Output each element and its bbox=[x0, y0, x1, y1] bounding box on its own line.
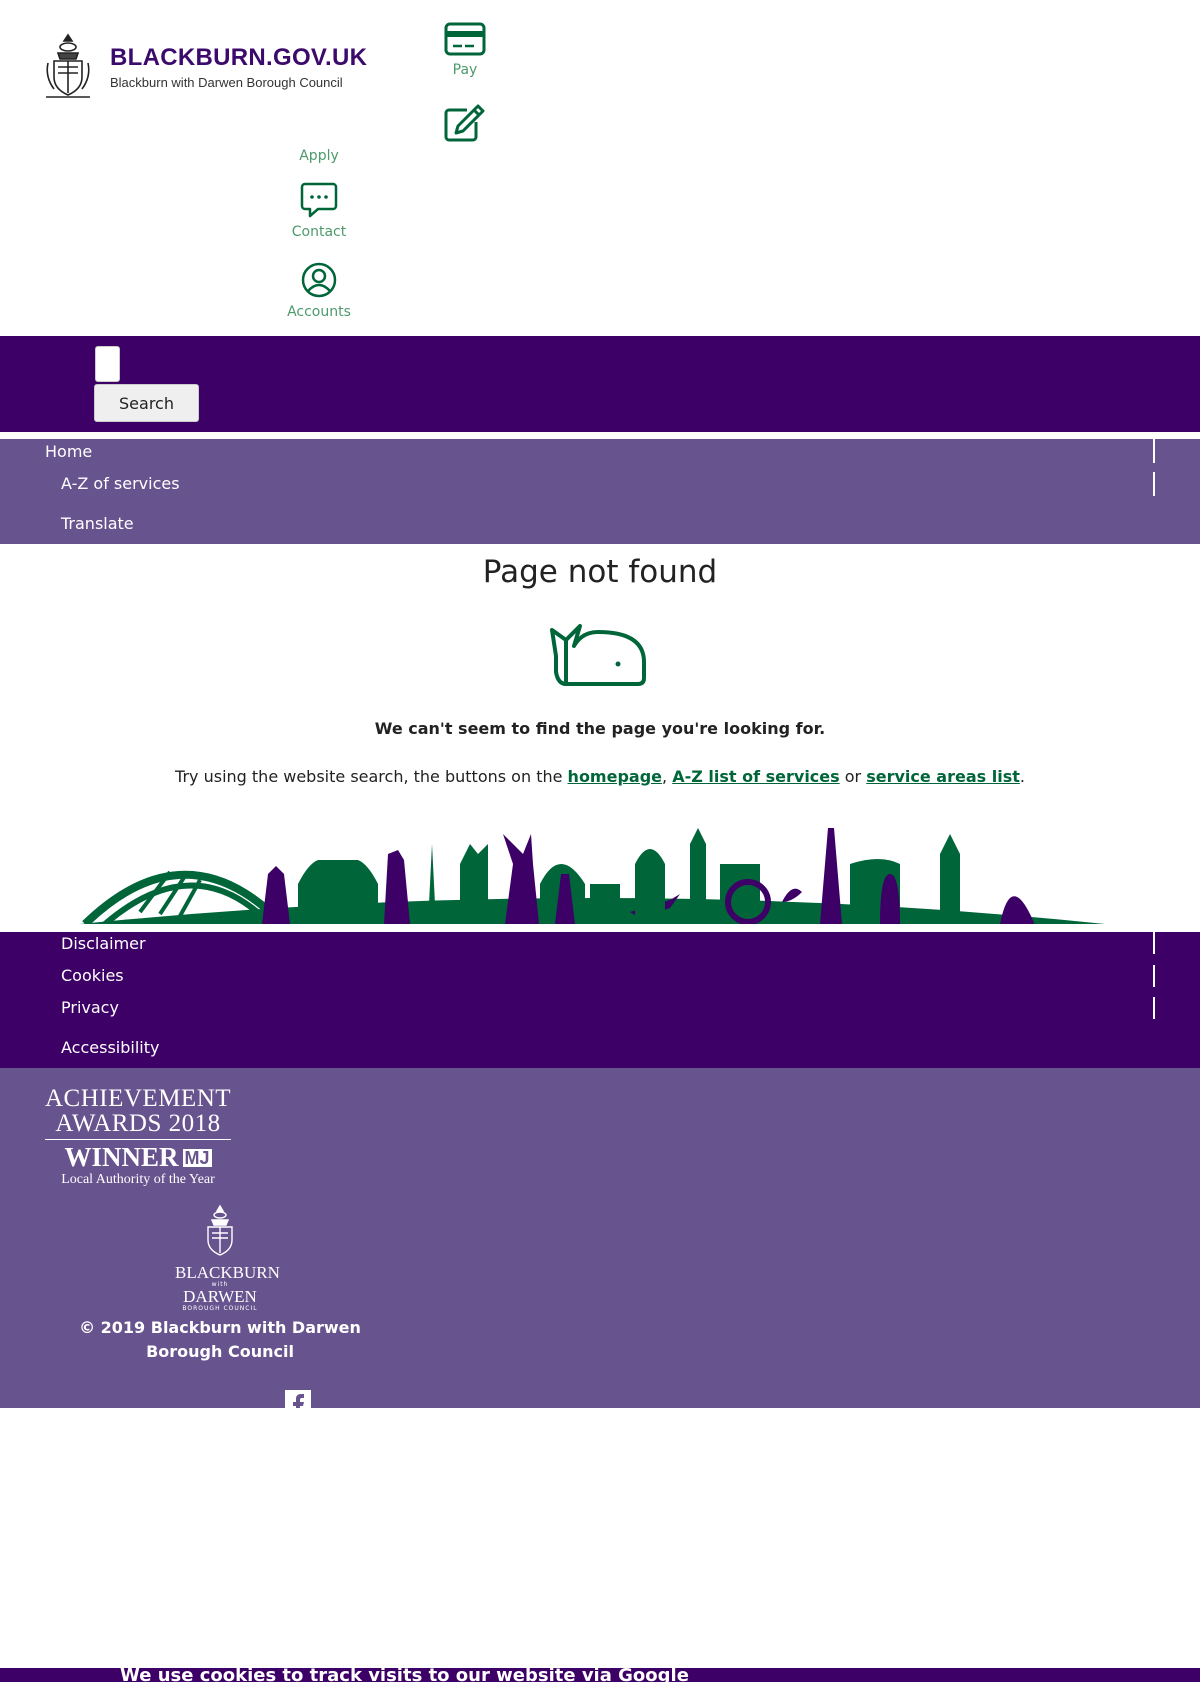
award-winner: WINNER MJ bbox=[45, 1144, 231, 1171]
accounts-label: Accounts bbox=[287, 304, 351, 320]
mj-badge: MJ bbox=[182, 1147, 212, 1168]
award-logo: ACHIEVEMENT AWARDS 2018 WINNER MJ Local … bbox=[45, 1086, 231, 1187]
contact-label: Contact bbox=[291, 224, 347, 240]
service-areas-link[interactable]: service areas list bbox=[866, 767, 1020, 786]
cookie-banner: We use cookies to track visits to our we… bbox=[0, 1668, 1200, 1682]
council-wordmark: BOROUGH COUNCIL bbox=[182, 1305, 258, 1312]
copyright-text: © 2019 Blackburn with Darwen Borough Cou… bbox=[79, 1318, 361, 1361]
user-account-icon bbox=[301, 262, 337, 298]
council-wordmark: DARWEN bbox=[183, 1287, 257, 1306]
site-footer: ACHIEVEMENT AWARDS 2018 WINNER MJ Local … bbox=[0, 1068, 1200, 1408]
footer-disclaimer-link[interactable]: Disclaimer bbox=[61, 934, 146, 953]
town-skyline-illustration bbox=[80, 828, 1105, 924]
speech-bubble-icon bbox=[300, 182, 338, 218]
pay-link[interactable]: Pay bbox=[420, 22, 510, 78]
nav-a-z-services[interactable]: A-Z of services bbox=[61, 474, 180, 493]
facebook-link[interactable] bbox=[285, 1390, 311, 1408]
footer-divider bbox=[1153, 997, 1155, 1019]
page-title: Page not found bbox=[482, 554, 718, 590]
apply-link[interactable]: Apply bbox=[274, 148, 364, 164]
award-winner-text: WINNER bbox=[64, 1142, 179, 1172]
pencil-edit-icon[interactable] bbox=[443, 104, 485, 142]
help-suffix: . bbox=[1019, 767, 1025, 786]
help-separator: , bbox=[662, 767, 673, 786]
site-header: BLACKBURN.GOV.UK Blackburn with Darwen B… bbox=[0, 0, 1200, 336]
award-line: AWARDS 2018 bbox=[45, 1111, 231, 1140]
pay-label: Pay bbox=[452, 62, 478, 78]
nav-divider bbox=[1153, 472, 1155, 496]
footer-divider bbox=[1153, 932, 1155, 954]
main-navigation: Home A-Z of services Translate bbox=[0, 439, 1200, 544]
nav-translate[interactable]: Translate bbox=[61, 514, 134, 533]
a-z-services-link[interactable]: A-Z list of services bbox=[672, 767, 839, 786]
help-prefix: Try using the website search, the button… bbox=[175, 767, 568, 786]
site-name: BLACKBURN.GOV.UK bbox=[110, 43, 368, 71]
footer-divider bbox=[1153, 965, 1155, 987]
nav-divider bbox=[1153, 439, 1155, 463]
search-button[interactable]: Search bbox=[94, 384, 199, 422]
coat-of-arms-icon bbox=[46, 33, 90, 98]
award-line: ACHIEVEMENT bbox=[45, 1085, 232, 1112]
site-subtitle: Blackburn with Darwen Borough Council bbox=[110, 74, 343, 90]
council-wordmark: BLACKBURN bbox=[175, 1263, 280, 1282]
whale-icon bbox=[550, 624, 646, 686]
council-logo: BLACKBURN with DARWEN BOROUGH COUNCIL bbox=[175, 1204, 280, 1312]
facebook-icon bbox=[293, 1394, 304, 1408]
award-line: Local Authority of the Year bbox=[61, 1172, 215, 1187]
coat-of-arms-icon bbox=[207, 1204, 233, 1256]
credit-card-icon bbox=[444, 22, 486, 56]
accounts-link[interactable]: Accounts bbox=[274, 262, 364, 320]
help-text: Try using the website search, the button… bbox=[0, 767, 1200, 786]
site-logo-link[interactable]: BLACKBURN.GOV.UK Blackburn with Darwen B… bbox=[44, 33, 367, 101]
cookie-banner-text: We use cookies to track visits to our we… bbox=[120, 1668, 689, 1682]
help-separator: or bbox=[839, 767, 867, 786]
homepage-link[interactable]: homepage bbox=[568, 767, 662, 786]
contact-link[interactable]: Contact bbox=[274, 182, 364, 240]
footer-privacy-link[interactable]: Privacy bbox=[61, 998, 119, 1017]
search-input[interactable] bbox=[95, 346, 120, 382]
footer-accessibility-link[interactable]: Accessibility bbox=[61, 1038, 159, 1057]
not-found-message: We can't seem to find the page you're lo… bbox=[374, 719, 826, 738]
footer-cookies-link[interactable]: Cookies bbox=[61, 966, 124, 985]
nav-home[interactable]: Home bbox=[45, 442, 92, 461]
search-bar: Search bbox=[0, 336, 1200, 432]
footer-navigation: Disclaimer Cookies Privacy Accessibility bbox=[0, 932, 1200, 1068]
